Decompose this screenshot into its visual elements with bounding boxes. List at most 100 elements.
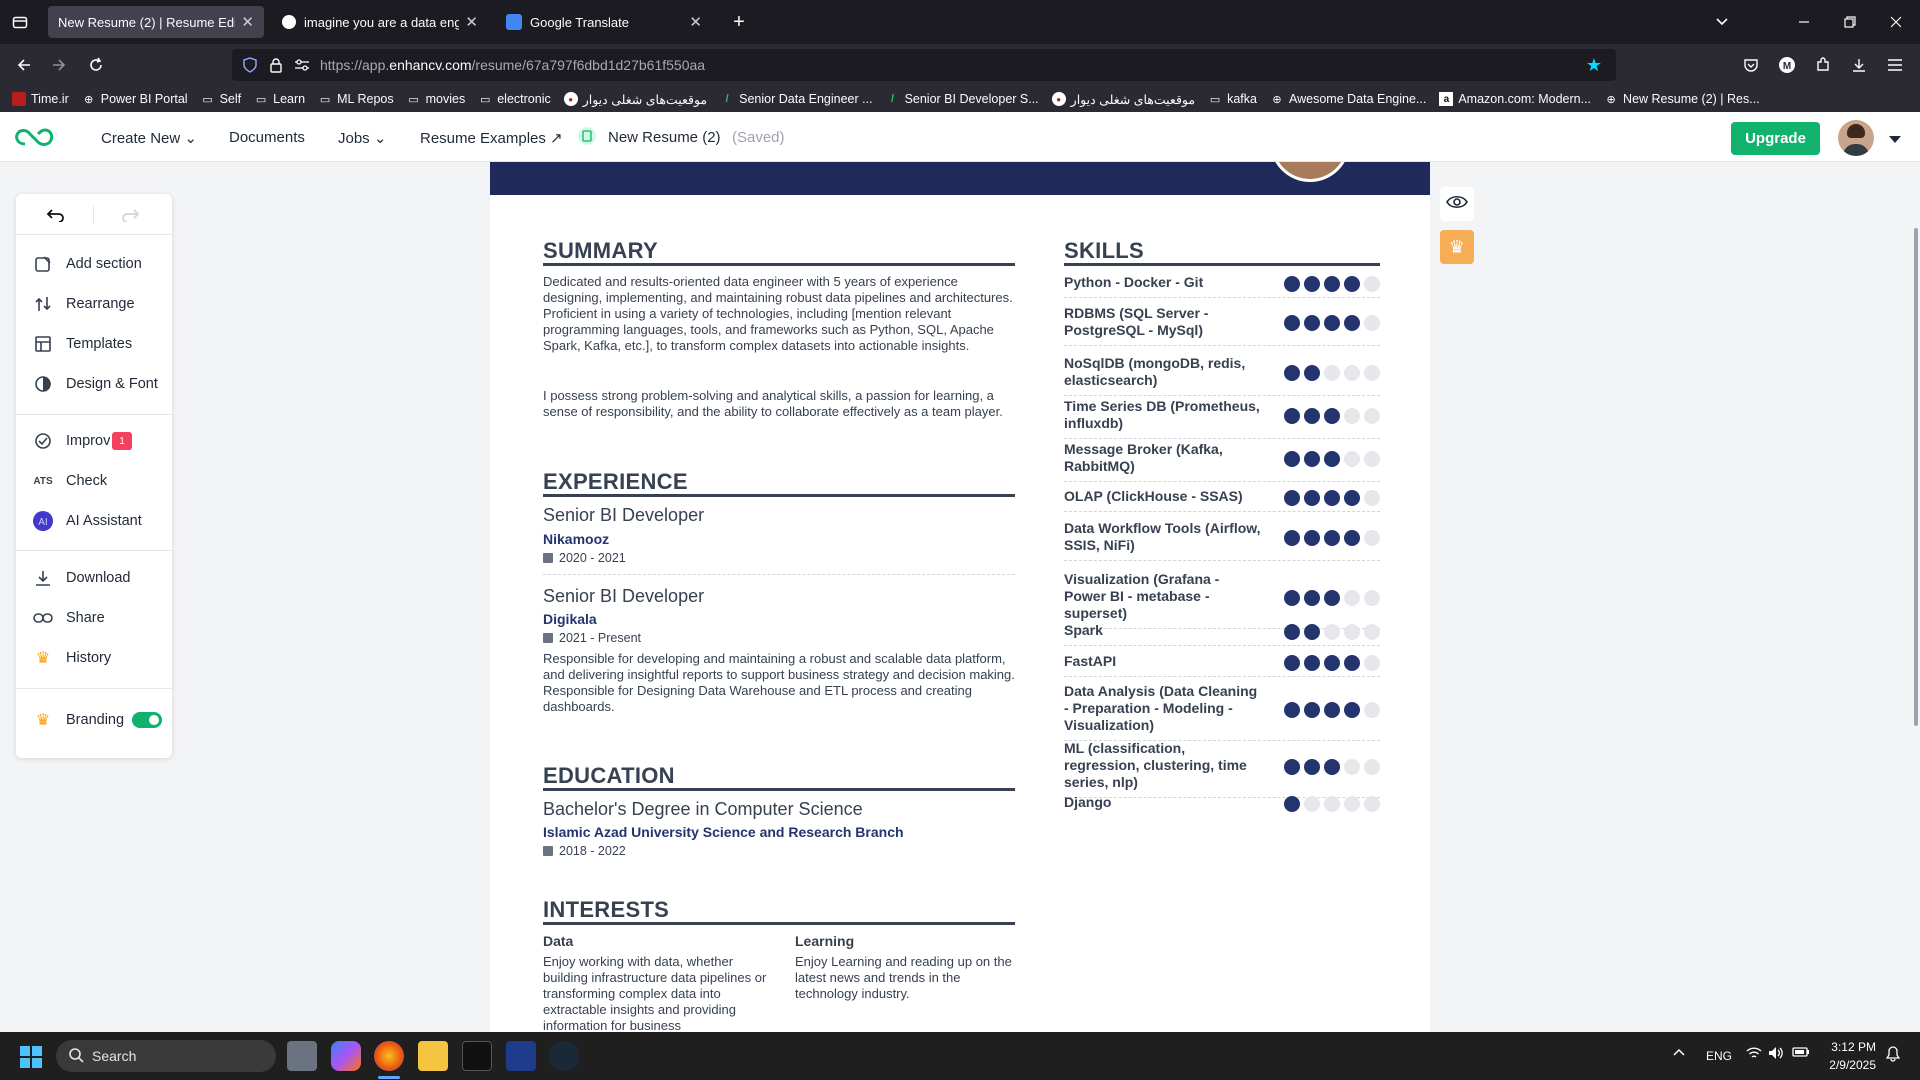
rating-dot-filled[interactable] — [1304, 701, 1320, 718]
forward-icon[interactable] — [45, 51, 73, 79]
bookmark-item[interactable]: ⊕ Awesome Data Engine... — [1270, 92, 1426, 106]
rating-dot-empty[interactable] — [1364, 758, 1380, 775]
school-name[interactable]: Islamic Azad University Science and Rese… — [543, 824, 904, 840]
rating-dot-filled[interactable] — [1284, 589, 1300, 606]
rating-dot-filled[interactable] — [1344, 654, 1360, 671]
chevron-up-icon[interactable] — [1672, 1046, 1686, 1060]
volume-icon[interactable] — [1768, 1046, 1784, 1063]
branding-toggle-row[interactable]: ♛ Branding — [16, 702, 172, 738]
rating-dot-empty[interactable] — [1364, 408, 1380, 424]
bookmark-item[interactable]: a Amazon.com: Modern... — [1439, 92, 1591, 106]
rating-dot-empty[interactable] — [1344, 451, 1360, 467]
steam-icon[interactable] — [549, 1041, 579, 1071]
skill-level-rating[interactable] — [1284, 623, 1384, 640]
bookmark-folder[interactable]: ▭ Self — [201, 92, 241, 106]
rating-dot-empty[interactable] — [1304, 795, 1320, 812]
wifi-icon[interactable] — [1746, 1046, 1762, 1063]
document-name[interactable]: New Resume (2) — [608, 129, 721, 146]
premium-button[interactable]: ♛ — [1440, 230, 1474, 264]
rating-dot-filled[interactable] — [1304, 275, 1320, 292]
templates-button[interactable]: Templates — [16, 326, 172, 362]
shield-icon[interactable] — [236, 51, 264, 79]
rating-dot-empty[interactable] — [1364, 654, 1380, 671]
job-description[interactable]: Responsible for developing and maintaini… — [543, 651, 1018, 715]
rating-dot-empty[interactable] — [1344, 623, 1360, 640]
skill-level-rating[interactable] — [1284, 758, 1384, 775]
rating-dot-filled[interactable] — [1284, 623, 1300, 640]
rating-dot-empty[interactable] — [1344, 408, 1360, 424]
education-heading[interactable]: EDUCATION — [543, 763, 675, 789]
rating-dot-filled[interactable] — [1324, 408, 1340, 424]
interests-heading[interactable]: INTERESTS — [543, 897, 669, 923]
interest-title[interactable]: Learning — [795, 933, 854, 949]
bookmark-item[interactable]: / Senior BI Developer S... — [886, 92, 1039, 106]
rating-dot-empty[interactable] — [1364, 701, 1380, 718]
avatar[interactable] — [1838, 120, 1874, 156]
page-scrollbar[interactable] — [1914, 228, 1918, 726]
bookmark-item[interactable]: Time.ir — [12, 92, 69, 106]
close-icon[interactable]: ✕ — [465, 13, 478, 31]
bookmark-item[interactable]: ● موقعیت‌های شغلی دیوار — [563, 92, 707, 107]
bookmark-folder[interactable]: ▭ electronic — [478, 92, 551, 106]
rating-dot-filled[interactable] — [1324, 489, 1340, 506]
add-section-button[interactable]: Add section — [16, 246, 172, 282]
rating-dot-filled[interactable] — [1324, 451, 1340, 467]
summary-paragraph[interactable]: I possess strong problem-solving and ana… — [543, 388, 1018, 420]
job-title[interactable]: Senior BI Developer — [543, 505, 704, 526]
bookmark-item[interactable]: ⊕ Power BI Portal — [82, 92, 187, 106]
rating-dot-empty[interactable] — [1324, 795, 1340, 812]
rating-dot-filled[interactable] — [1304, 654, 1320, 671]
branding-toggle[interactable] — [132, 712, 163, 728]
rating-dot-filled[interactable] — [1324, 530, 1340, 546]
rating-dot-filled[interactable] — [1304, 589, 1320, 606]
bookmark-folder[interactable]: ▭ kafka — [1208, 92, 1257, 106]
windows-start-icon[interactable] — [20, 1046, 42, 1073]
company-name[interactable]: Digikala — [543, 611, 597, 627]
summary-heading[interactable]: SUMMARY — [543, 238, 658, 264]
download-icon[interactable] — [1845, 51, 1873, 79]
bookmark-star-icon[interactable]: ★ — [1580, 51, 1608, 79]
skill-level-rating[interactable] — [1284, 315, 1384, 331]
summary-paragraph[interactable]: Dedicated and results-oriented data engi… — [543, 274, 1018, 354]
rating-dot-filled[interactable] — [1304, 451, 1320, 467]
skill-level-rating[interactable] — [1284, 795, 1384, 812]
rating-dot-filled[interactable] — [1284, 654, 1300, 671]
clock-time[interactable]: 3:12 PM — [1826, 1040, 1876, 1054]
rating-dot-empty[interactable] — [1324, 365, 1340, 381]
rating-dot-filled[interactable] — [1324, 701, 1340, 718]
rating-dot-filled[interactable] — [1304, 315, 1320, 331]
address-bar[interactable]: https://app.enhancv.com/resume/67a797f6d… — [232, 49, 1616, 81]
close-icon[interactable]: ✕ — [689, 13, 702, 31]
skill-level-rating[interactable] — [1284, 489, 1384, 506]
tab-chatgpt[interactable]: imagine you are a data engineer ✕ — [272, 6, 488, 38]
enhancv-logo-icon[interactable] — [12, 124, 58, 155]
file-explorer-icon[interactable] — [418, 1041, 448, 1071]
rating-dot-filled[interactable] — [1304, 489, 1320, 506]
rating-dot-filled[interactable] — [1344, 275, 1360, 292]
rating-dot-filled[interactable] — [1304, 365, 1320, 381]
rating-dot-filled[interactable] — [1284, 530, 1300, 546]
rating-dot-empty[interactable] — [1364, 623, 1380, 640]
rating-dot-filled[interactable] — [1284, 758, 1300, 775]
rating-dot-empty[interactable] — [1344, 758, 1360, 775]
taskbar-search-input[interactable]: Search — [56, 1040, 276, 1072]
rating-dot-filled[interactable] — [1344, 701, 1360, 718]
skill-level-rating[interactable] — [1284, 275, 1384, 292]
rating-dot-empty[interactable] — [1364, 315, 1380, 331]
bookmark-item[interactable]: ⊕ New Resume (2) | Res... — [1604, 92, 1759, 106]
skill-level-rating[interactable] — [1284, 654, 1384, 671]
rating-dot-empty[interactable] — [1364, 489, 1380, 506]
rating-dot-filled[interactable] — [1284, 315, 1300, 331]
bookmark-folder[interactable]: ▭ movies — [407, 92, 465, 106]
terminal-icon[interactable] — [462, 1041, 492, 1071]
restore-icon[interactable] — [1836, 8, 1864, 36]
improve-text-button[interactable]: Improve text 1 — [16, 423, 172, 459]
rating-dot-filled[interactable] — [1284, 489, 1300, 506]
rating-dot-filled[interactable] — [1324, 654, 1340, 671]
skill-level-rating[interactable] — [1284, 530, 1384, 546]
rating-dot-empty[interactable] — [1364, 365, 1380, 381]
skill-level-rating[interactable] — [1284, 408, 1384, 424]
pocket-icon[interactable] — [1737, 51, 1765, 79]
bookmark-folder[interactable]: ▭ ML Repos — [318, 92, 394, 106]
reload-icon[interactable] — [82, 51, 110, 79]
